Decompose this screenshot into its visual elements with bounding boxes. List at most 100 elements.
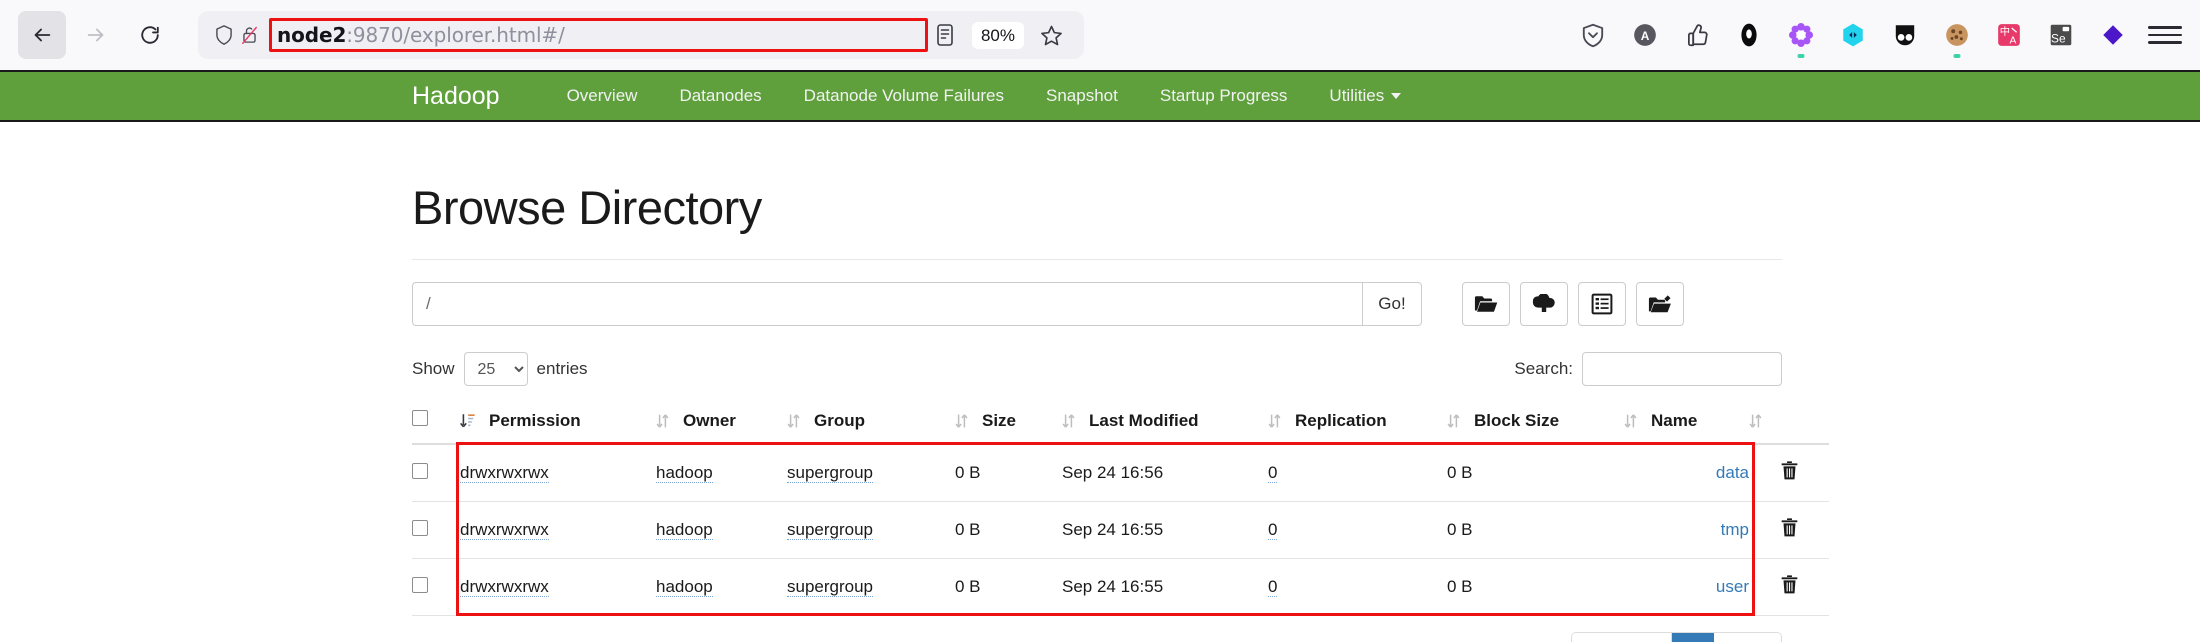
th-block-size[interactable]: Block Size bbox=[1447, 402, 1624, 445]
th-permission[interactable]: Permission bbox=[460, 402, 656, 445]
row-checkbox-cell[interactable] bbox=[412, 501, 460, 559]
reader-view-icon[interactable] bbox=[928, 18, 962, 52]
go-button[interactable]: Go! bbox=[1362, 282, 1422, 326]
hadoop-brand[interactable]: Hadoop bbox=[412, 82, 500, 111]
owner-value[interactable]: hadoop bbox=[656, 520, 713, 540]
selenium-extension-icon[interactable]: Se bbox=[2044, 18, 2078, 52]
nav-link-startup-progress[interactable]: Startup Progress bbox=[1139, 86, 1309, 106]
url-text-container[interactable]: node2:9870/explorer.html#/ bbox=[269, 18, 928, 52]
replication-value[interactable]: 0 bbox=[1268, 577, 1278, 597]
shield-icon[interactable] bbox=[214, 24, 234, 46]
hamburger-menu-icon[interactable] bbox=[2148, 18, 2182, 52]
group-value[interactable]: supergroup bbox=[787, 577, 874, 597]
reload-button[interactable] bbox=[126, 11, 174, 59]
cell-permission[interactable]: drwxrwxrwx bbox=[460, 444, 656, 502]
cell-name[interactable]: user bbox=[1624, 558, 1749, 616]
dark-reader-extension-icon[interactable] bbox=[1888, 18, 1922, 52]
nav-link-datanode-volume-failures[interactable]: Datanode Volume Failures bbox=[783, 86, 1025, 106]
th-last-modified[interactable]: Last Modified bbox=[1062, 402, 1268, 445]
trash-icon[interactable] bbox=[1781, 461, 1798, 484]
cell-delete[interactable] bbox=[1749, 444, 1829, 502]
nav-link-utilities[interactable]: Utilities bbox=[1308, 86, 1422, 106]
th-actions[interactable] bbox=[1749, 402, 1829, 445]
row-checkbox-cell[interactable] bbox=[412, 444, 460, 502]
cell-permission[interactable]: drwxrwxrwx bbox=[460, 501, 656, 559]
upload-button[interactable] bbox=[1520, 282, 1568, 326]
cell-owner[interactable]: hadoop bbox=[656, 558, 787, 616]
th-replication[interactable]: Replication bbox=[1268, 402, 1447, 445]
nav-link-snapshot[interactable]: Snapshot bbox=[1025, 86, 1139, 106]
forward-button[interactable] bbox=[72, 11, 120, 59]
open-folder-button[interactable] bbox=[1462, 282, 1510, 326]
cell-owner[interactable]: hadoop bbox=[656, 444, 787, 502]
search-input[interactable] bbox=[1582, 352, 1782, 386]
entries-per-page-select[interactable]: 25 50 100 bbox=[463, 352, 528, 386]
thumbs-up-extension-icon[interactable] bbox=[1680, 18, 1714, 52]
table-header-row: Permission Owner Group Size Last Modifie… bbox=[412, 402, 1829, 445]
trash-icon[interactable] bbox=[1781, 575, 1798, 598]
row-checkbox[interactable] bbox=[412, 462, 428, 479]
translate-extension-icon[interactable]: 中 A bbox=[1992, 18, 2026, 52]
th-owner[interactable]: Owner bbox=[656, 402, 787, 445]
hadoop-navbar: Hadoop Overview Datanodes Datanode Volum… bbox=[0, 70, 2200, 122]
diamond-extension-icon[interactable] bbox=[2096, 18, 2130, 52]
row-checkbox[interactable] bbox=[412, 519, 428, 536]
pocket-shield-icon[interactable] bbox=[1576, 18, 1610, 52]
th-owner-label: Owner bbox=[683, 410, 736, 430]
cell-replication[interactable]: 0 bbox=[1268, 558, 1447, 616]
row-checkbox[interactable] bbox=[412, 576, 428, 593]
cell-replication[interactable]: 0 bbox=[1268, 444, 1447, 502]
replication-value[interactable]: 0 bbox=[1268, 520, 1278, 540]
th-name[interactable]: Name bbox=[1624, 402, 1749, 445]
lock-broken-icon[interactable] bbox=[240, 24, 259, 46]
table-row[interactable]: drwxrwxrwx hadoop supergroup 0 B Sep 24 … bbox=[412, 558, 1829, 616]
cookie-extension-icon[interactable] bbox=[1940, 18, 1974, 58]
group-value[interactable]: supergroup bbox=[787, 463, 874, 483]
th-size[interactable]: Size bbox=[955, 402, 1062, 445]
th-select-all[interactable] bbox=[412, 402, 460, 445]
table-row[interactable]: drwxrwxrwx hadoop supergroup 0 B Sep 24 … bbox=[412, 501, 1829, 559]
back-button[interactable] bbox=[18, 11, 66, 59]
gear-flower-extension-icon[interactable] bbox=[1784, 18, 1818, 58]
replication-value[interactable]: 0 bbox=[1268, 463, 1278, 483]
trash-icon[interactable] bbox=[1781, 518, 1798, 541]
star-icon[interactable] bbox=[1034, 18, 1068, 52]
table-row[interactable]: drwxrwxrwx hadoop supergroup 0 B Sep 24 … bbox=[412, 444, 1829, 502]
url-bar[interactable]: node2:9870/explorer.html#/ 80% bbox=[198, 11, 1084, 59]
nav-link-datanodes[interactable]: Datanodes bbox=[658, 86, 782, 106]
nav-link-overview[interactable]: Overview bbox=[546, 86, 659, 106]
cell-replication[interactable]: 0 bbox=[1268, 501, 1447, 559]
cell-delete[interactable] bbox=[1749, 558, 1829, 616]
row-checkbox-cell[interactable] bbox=[412, 558, 460, 616]
permission-value[interactable]: drwxrwxrwx bbox=[460, 520, 549, 540]
cell-permission[interactable]: drwxrwxrwx bbox=[460, 558, 656, 616]
oval-extension-icon[interactable] bbox=[1732, 18, 1766, 52]
owner-value[interactable]: hadoop bbox=[656, 463, 713, 483]
account-avatar-icon[interactable]: A bbox=[1628, 18, 1662, 52]
cell-name[interactable]: tmp bbox=[1624, 501, 1749, 559]
hexagon-extension-icon[interactable] bbox=[1836, 18, 1870, 52]
file-name-link[interactable]: data bbox=[1716, 463, 1749, 482]
show-label: Show bbox=[412, 359, 455, 378]
cell-group[interactable]: supergroup bbox=[787, 501, 955, 559]
file-name-link[interactable]: user bbox=[1716, 577, 1749, 596]
cell-name[interactable]: data bbox=[1624, 444, 1749, 502]
pagination-previous[interactable]: Previous bbox=[1572, 633, 1672, 642]
file-name-link[interactable]: tmp bbox=[1721, 520, 1749, 539]
path-input[interactable] bbox=[412, 282, 1362, 326]
cell-group[interactable]: supergroup bbox=[787, 558, 955, 616]
clipboard-button[interactable] bbox=[1578, 282, 1626, 326]
pagination-page-1[interactable]: 1 bbox=[1671, 633, 1715, 642]
select-all-checkbox[interactable] bbox=[412, 410, 428, 426]
th-group[interactable]: Group bbox=[787, 402, 955, 445]
pagination-next[interactable]: Next bbox=[1714, 633, 1781, 642]
zoom-level-badge[interactable]: 80% bbox=[971, 21, 1024, 49]
new-folder-button[interactable] bbox=[1636, 282, 1684, 326]
cell-owner[interactable]: hadoop bbox=[656, 501, 787, 559]
permission-value[interactable]: drwxrwxrwx bbox=[460, 463, 549, 483]
group-value[interactable]: supergroup bbox=[787, 520, 874, 540]
cell-delete[interactable] bbox=[1749, 501, 1829, 559]
owner-value[interactable]: hadoop bbox=[656, 577, 713, 597]
permission-value[interactable]: drwxrwxrwx bbox=[460, 577, 549, 597]
cell-group[interactable]: supergroup bbox=[787, 444, 955, 502]
